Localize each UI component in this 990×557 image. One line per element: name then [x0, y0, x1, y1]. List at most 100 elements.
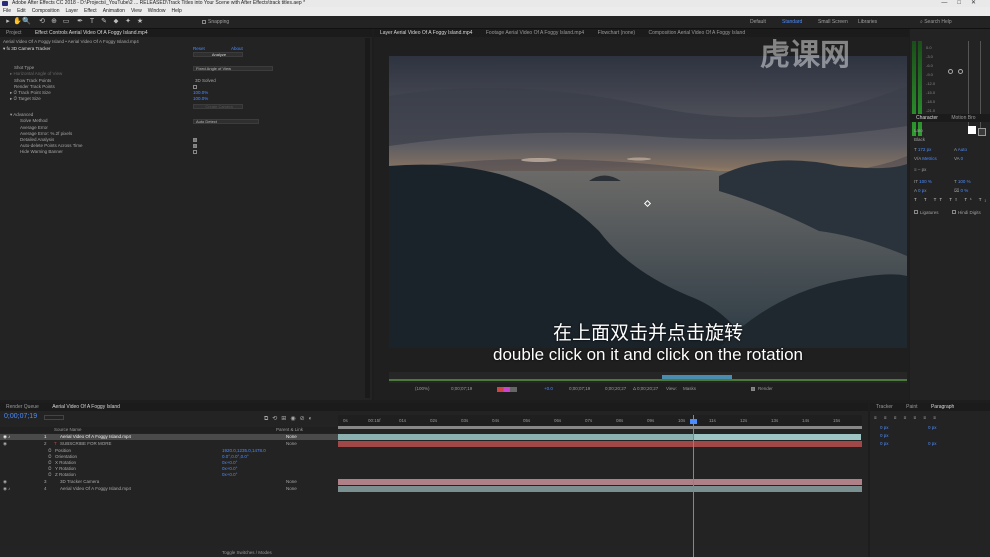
zoom-level[interactable]: (100%)	[415, 384, 430, 394]
tab-flowchart[interactable]: Flowchart (none)	[592, 29, 642, 37]
shot-type-dropdown[interactable]: Fixed Angle of View	[193, 66, 273, 71]
audio-knob-right-icon[interactable]	[958, 69, 963, 74]
menu-help[interactable]: Help	[168, 7, 184, 16]
timeline-search-field[interactable]	[44, 415, 64, 420]
workspace-libraries[interactable]: Libraries	[858, 19, 877, 25]
audio-knob-left-icon[interactable]	[948, 69, 953, 74]
align-buttons[interactable]: ≡ ≡ ≡ ≡ ≡ ≡ ≡	[874, 415, 939, 420]
tab-composition-timeline[interactable]: Aerial Video Of A Foggy Island	[46, 403, 126, 411]
layer-parent[interactable]: None	[286, 434, 297, 440]
exposure-value[interactable]: +0.0	[544, 384, 553, 394]
timeline-switch-icons[interactable]: ⧉⟲⊞◉⊘◐	[264, 415, 316, 423]
layer-row-2[interactable]: ◉ 2 T SUBSCRIBE FOR MORE None	[0, 441, 338, 447]
window-controls[interactable]: —□✕	[941, 0, 986, 7]
kerning-value[interactable]: Metrics	[922, 156, 937, 161]
stroke-color-swatch[interactable]	[978, 128, 986, 136]
rotate-tool-icon[interactable]: ⟲	[38, 18, 46, 26]
menu-edit[interactable]: Edit	[14, 7, 29, 16]
minimize-button[interactable]: —	[941, 0, 957, 6]
workspace-default[interactable]: Default	[750, 19, 766, 25]
source-name-column[interactable]: Source Name	[54, 427, 82, 433]
detailed-analysis-checkbox[interactable]	[193, 138, 197, 142]
vertical-scale-field[interactable]: IT 100 %	[914, 179, 932, 184]
video-frame[interactable]	[389, 56, 907, 348]
visibility-eye-icon[interactable]: ◉ ♪	[3, 434, 10, 440]
layer-timebar[interactable]	[389, 372, 907, 383]
type-tool-icon[interactable]: T	[88, 18, 96, 26]
space-before-value[interactable]: 0 px	[880, 441, 889, 446]
tab-composition[interactable]: Composition Aerial Video Of A Foggy Isla…	[642, 29, 751, 37]
visibility-eye-icon[interactable]: ◉ ♪	[3, 486, 10, 492]
parent-link-column[interactable]: Parent & Link	[276, 427, 303, 433]
visibility-eye-icon[interactable]: ◉	[3, 479, 7, 485]
layer-bar-4[interactable]	[338, 486, 862, 492]
layer-bar-2[interactable]	[338, 441, 862, 447]
menu-view[interactable]: View	[128, 7, 145, 16]
menu-animation[interactable]: Animation	[100, 7, 128, 16]
tab-paragraph[interactable]: Paragraph	[925, 403, 960, 411]
show-track-points-dropdown[interactable]: 3D Solved	[195, 78, 216, 84]
selection-tool-icon[interactable]: ▸	[4, 18, 12, 26]
hide-warning-checkbox[interactable]	[193, 150, 197, 154]
layer-range-bar[interactable]	[662, 375, 732, 379]
puppet-tool-icon[interactable]: ★	[136, 18, 144, 26]
baseline-shift-field[interactable]: A 0 px	[914, 188, 927, 193]
layer-name[interactable]: Aerial Video Of A Foggy Island.mp4	[60, 434, 131, 440]
snapping-checkbox[interactable]	[202, 20, 206, 24]
layer-name[interactable]: Aerial Video Of A Foggy Island.mp4	[60, 486, 131, 492]
tab-character[interactable]: Character	[910, 114, 944, 122]
maximize-button[interactable]: □	[957, 0, 971, 6]
layer-parent[interactable]: None	[286, 486, 297, 492]
baseline-shift-value[interactable]: 0 px	[918, 188, 927, 193]
workspace-standard[interactable]: Standard	[782, 19, 802, 25]
layer-parent[interactable]: None	[286, 441, 297, 447]
font-family-dropdown[interactable]: Lato	[914, 128, 923, 133]
viewer-timecode[interactable]: 0;00;07;19	[451, 384, 472, 394]
leading-field[interactable]: A Auto	[954, 147, 967, 152]
font-style-dropdown[interactable]: Black	[914, 137, 925, 142]
stroke-width-field[interactable]: ≡ – px	[914, 167, 926, 172]
tab-project[interactable]: Project	[0, 29, 28, 37]
layer-row-3[interactable]: ◉ 3 3D Tracker Camera None	[0, 479, 338, 485]
out-point[interactable]: 0;00;20;27	[605, 384, 626, 394]
property-row-z-rotation[interactable]: ⏱ Z Rotation 0x+0.0°	[0, 472, 338, 478]
menu-effect[interactable]: Effect	[81, 7, 100, 16]
current-time[interactable]: 0;00;07;19	[4, 413, 37, 420]
tab-render-queue[interactable]: Render Queue	[0, 403, 45, 411]
render-checkbox[interactable]	[751, 387, 755, 391]
auto-delete-checkbox[interactable]	[193, 144, 197, 148]
work-area-bar[interactable]	[338, 426, 862, 429]
indent-right-value[interactable]: 0 px	[928, 425, 937, 430]
tracking-value[interactable]: 0	[961, 156, 964, 161]
tsume-field[interactable]: ⌧ 0 %	[954, 188, 968, 194]
anchor-tool-icon[interactable]: ⊕	[50, 18, 58, 26]
brush-tool-icon[interactable]: ✎	[100, 18, 108, 26]
stroke-width-value[interactable]: – px	[918, 167, 927, 172]
effect-controls-scrollbar[interactable]	[365, 38, 370, 398]
tab-paint[interactable]: Paint	[900, 403, 923, 411]
menu-layer[interactable]: Layer	[62, 7, 81, 16]
layer-row-4[interactable]: ◉ ♪ 4 Aerial Video Of A Foggy Island.mp4…	[0, 486, 338, 492]
font-size-field[interactable]: T 172 px	[914, 147, 931, 152]
create-camera-button[interactable]: Create Camera	[193, 104, 243, 109]
analyze-button[interactable]: Analyze	[193, 52, 243, 57]
time-ruler[interactable]: 0s 00:15f 01s 02s 03s 04s 05s 06s 07s 08…	[338, 415, 862, 426]
menu-file[interactable]: File	[0, 7, 14, 16]
visibility-eye-icon[interactable]: ◉	[3, 441, 7, 447]
playhead-handle[interactable]	[690, 419, 697, 424]
tracking-field[interactable]: VA 0	[954, 156, 963, 161]
menu-window[interactable]: Window	[145, 7, 169, 16]
target-size-value[interactable]: 100.0%	[193, 96, 208, 102]
in-point[interactable]: 0;00;07;19	[569, 384, 590, 394]
ligatures-checkbox[interactable]	[914, 210, 918, 214]
tab-motion-bro[interactable]: Motion Bro	[945, 114, 981, 122]
view-dropdown[interactable]: Masks	[683, 384, 696, 394]
fill-color-swatch[interactable]	[968, 126, 976, 134]
workspace-small-screen[interactable]: Small Screen	[818, 19, 848, 25]
hand-tool-icon[interactable]: ✋	[13, 18, 22, 26]
layer-bar-1-tail[interactable]	[693, 434, 861, 440]
menu-composition[interactable]: Composition	[29, 7, 63, 16]
zoom-tool-icon[interactable]: 🔍	[22, 18, 31, 26]
color-channels-icon[interactable]	[497, 387, 517, 392]
layer-parent[interactable]: None	[286, 479, 297, 485]
